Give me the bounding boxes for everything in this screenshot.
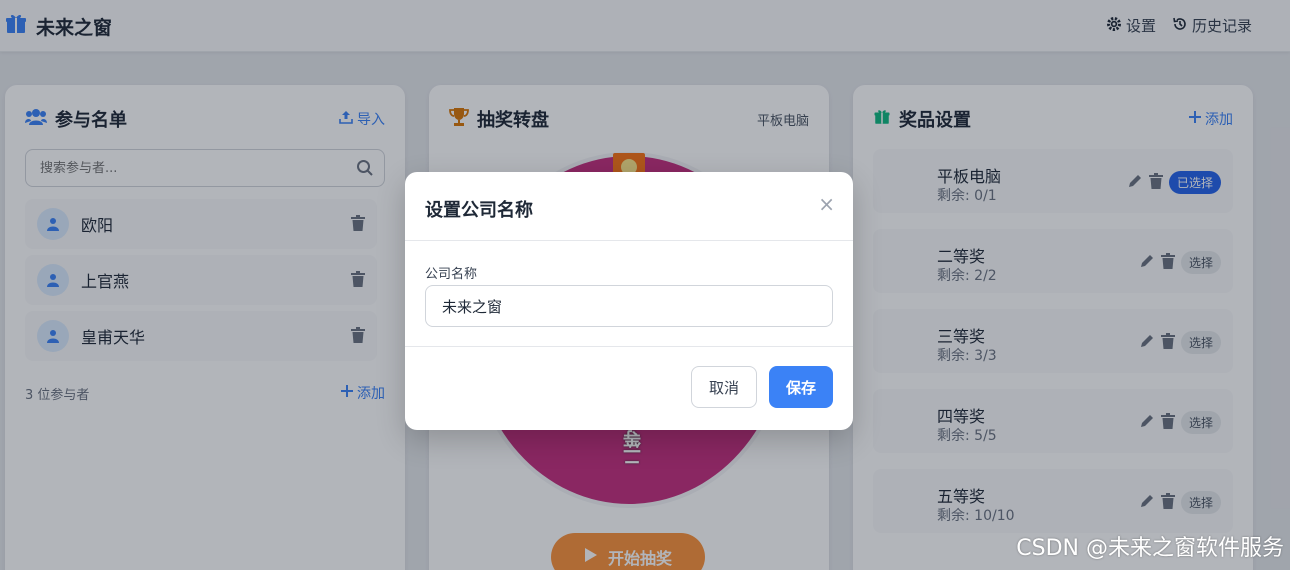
company-name-label: 公司名称: [425, 267, 478, 282]
cancel-button[interactable]: 取消: [691, 366, 757, 408]
watermark: CSDN @未来之窗软件服务: [1016, 536, 1284, 561]
save-button[interactable]: 保存: [769, 366, 833, 408]
company-name-input[interactable]: [425, 285, 833, 327]
company-name-dialog: 设置公司名称 × 公司名称 取消 保存: [405, 172, 853, 430]
dialog-title: 设置公司名称: [425, 200, 533, 221]
close-icon[interactable]: ×: [818, 194, 835, 214]
